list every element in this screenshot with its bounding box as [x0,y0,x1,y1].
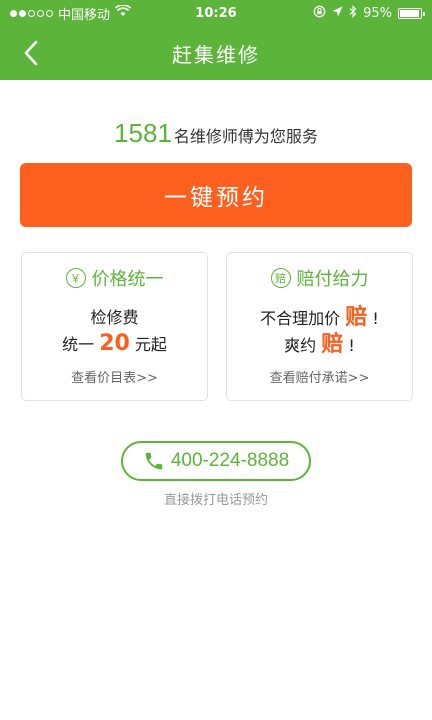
status-right: 95% [313,4,425,22]
technician-count: 1581 [114,118,172,148]
status-bar: 中国移动 10:26 95% [0,0,432,26]
price-card-title: 价格统一 [91,269,164,290]
call-phone-button[interactable]: 400-224-8888 [121,441,311,481]
compensation-line-1-prefix: 不合理加价 [260,309,341,328]
bluetooth-icon [349,4,357,22]
tagline-text: 名维修师傅为您服务 [173,127,318,146]
compensation-line-2: 爽约 赔 ! [227,332,412,359]
compensation-line-2-suffix: ! [348,336,355,355]
carrier-name: 中国移动 [58,7,111,23]
compensation-card-body: 不合理加价 赔 ! 爽约 赔 ! [227,305,412,359]
price-amount: 20 [99,331,130,356]
phone-number: 400-224-8888 [170,450,290,471]
compensation-line-1: 不合理加价 赔 ! [227,305,412,332]
compensation-card: 赔 赔付给力 不合理加价 赔 ! 爽约 赔 ! 查看赔付承诺>> [226,252,413,401]
location-arrow-icon [332,6,343,21]
rotation-lock-icon [313,5,326,22]
one-click-booking-button[interactable]: 一键预约 [20,163,412,227]
compensation-card-title: 赔付给力 [296,269,369,290]
nav-bar: 赶集维修 [0,26,432,80]
yuan-icon: ￥ [65,268,86,288]
view-compensation-link[interactable]: 查看赔付承诺>> [227,367,412,386]
service-tagline: 1581 名维修师傅为您服务 [0,118,432,149]
compensation-line-2-em: 赔 [321,332,344,357]
page-title: 赶集维修 [172,42,260,67]
phone-icon [145,452,163,470]
compensation-icon: 赔 [270,268,291,288]
price-card: ￥ 价格统一 检修费 统一 20 元起 查看价目表>> [21,252,208,401]
price-line-1: 检修费 [90,308,139,327]
compensation-line-2-prefix: 爽约 [284,336,317,355]
price-line-2: 统一 20 元起 [22,331,207,358]
price-line-2-prefix: 统一 [62,335,95,354]
phone-hint: 直接拨打电话预约 [163,493,268,508]
chevron-left-icon [24,40,38,66]
wifi-icon [114,4,132,21]
status-left: 中国移动 [10,4,132,23]
back-button[interactable] [14,36,48,70]
signal-strength-icon [10,9,53,17]
battery-fill [400,9,419,17]
price-card-body: 检修费 统一 20 元起 [22,305,207,358]
price-card-header: ￥ 价格统一 [22,265,207,291]
battery-percent: 95% [363,5,392,21]
battery-icon [398,7,425,19]
view-price-list-link[interactable]: 查看价目表>> [22,367,207,386]
compensation-line-1-em: 赔 [345,305,368,330]
compensation-line-1-suffix: ! [372,309,379,328]
compensation-card-header: 赔 赔付给力 [227,265,412,291]
price-line-2-suffix: 元起 [134,335,167,354]
